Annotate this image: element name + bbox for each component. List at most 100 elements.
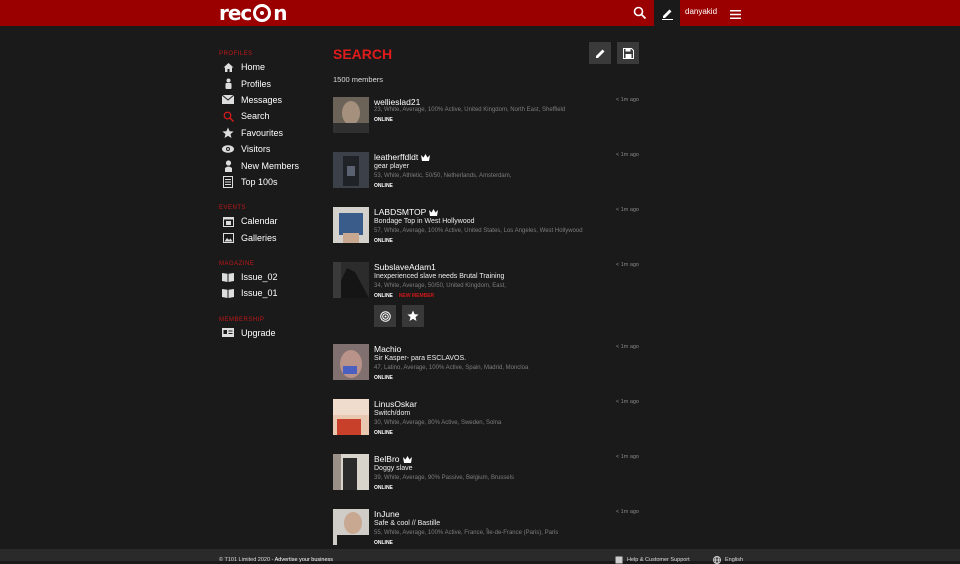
online-status: ONLINE xyxy=(374,375,393,381)
last-seen: < 1m ago xyxy=(615,152,639,158)
favourite-button[interactable] xyxy=(402,305,424,327)
crown-icon xyxy=(429,208,439,216)
sidebar-item-label: Upgrade xyxy=(241,327,276,338)
online-status: ONLINE xyxy=(374,540,393,546)
profiles-icon xyxy=(222,78,234,90)
sidebar-item-label: Favourites xyxy=(241,127,284,138)
save-search-button[interactable] xyxy=(617,42,639,64)
pencil-icon xyxy=(661,9,673,20)
member-photo[interactable] xyxy=(333,454,369,490)
member-photo[interactable] xyxy=(333,152,369,188)
member-row[interactable]: wellieslad21 23, White, Average, 100% Ac… xyxy=(333,97,639,135)
star-icon xyxy=(407,310,419,321)
member-name[interactable]: Machio xyxy=(374,344,401,354)
target-icon xyxy=(379,310,391,322)
home-icon xyxy=(222,61,234,73)
member-row[interactable]: LABDSMTOP Bondage Top in West Hollywood … xyxy=(333,207,639,245)
id-card-icon xyxy=(222,327,234,339)
advertise-link[interactable]: Advertise your business xyxy=(275,557,333,563)
new-member-badge: NEW MEMBER xyxy=(398,293,435,299)
member-name[interactable]: LABDSMTOP xyxy=(374,207,439,217)
gallery-icon xyxy=(222,232,234,244)
sidebar-section-title: EVENTS xyxy=(219,205,247,212)
top-bar: rec n danyakid xyxy=(0,0,960,26)
member-photo[interactable] xyxy=(333,399,369,435)
magazine-icon xyxy=(222,287,234,299)
eye-icon xyxy=(222,143,234,155)
sidebar-item-label: Home xyxy=(241,62,266,73)
wink-button[interactable] xyxy=(374,305,396,327)
member-name[interactable]: leatherffdldt xyxy=(374,152,431,162)
member-details: 34, White, Average, 50/50, United Kingdo… xyxy=(374,283,506,289)
edit-search-button[interactable] xyxy=(589,42,611,64)
sidebar-item-calendar[interactable]: Calendar xyxy=(219,213,329,229)
member-name[interactable]: InJune xyxy=(374,509,400,519)
sidebar-item-top-100s[interactable]: Top 100s xyxy=(219,174,329,190)
member-details: 53, White, Athletic, 50/50, Netherlands,… xyxy=(374,173,512,179)
hamburger-menu-icon[interactable] xyxy=(730,7,741,19)
online-status: ONLINE NEW MEMBER xyxy=(374,293,435,299)
sidebar: PROFILES Home Profiles Messages Search F… xyxy=(219,50,329,341)
sidebar-item-issue-02[interactable]: Issue_02 xyxy=(219,269,329,285)
member-details: 47, Latino, Average, 100% Active, Spain,… xyxy=(374,365,529,371)
sidebar-item-label: Issue_01 xyxy=(241,288,278,299)
help-link[interactable]: Help & Customer Support xyxy=(615,556,690,564)
recon-logo[interactable]: rec n xyxy=(219,3,288,23)
sidebar-item-label: New Members xyxy=(241,160,300,171)
edit-profile-button[interactable] xyxy=(654,0,680,26)
member-row[interactable]: SubslaveAdam1 Inexperienced slave needs … xyxy=(333,262,639,330)
sidebar-item-label: Messages xyxy=(241,94,283,105)
sidebar-item-galleries[interactable]: Galleries xyxy=(219,230,329,246)
language-selector[interactable]: English xyxy=(713,556,743,564)
last-seen: < 1m ago xyxy=(615,97,639,103)
member-photo[interactable] xyxy=(333,262,369,298)
member-photo[interactable] xyxy=(333,97,369,133)
member-tagline: Bondage Top in West Hollywood xyxy=(374,218,475,225)
online-status: ONLINE xyxy=(374,238,393,244)
online-status: ONLINE xyxy=(374,117,393,123)
member-name[interactable]: LinusOskar xyxy=(374,399,417,409)
sidebar-item-favourites[interactable]: Favourites xyxy=(219,125,329,141)
sidebar-item-new-members[interactable]: New Members xyxy=(219,157,329,173)
last-seen: < 1m ago xyxy=(615,262,639,268)
sidebar-item-upgrade[interactable]: Upgrade xyxy=(219,325,329,341)
sidebar-item-issue-01[interactable]: Issue_01 xyxy=(219,285,329,301)
list-icon xyxy=(222,175,234,188)
member-name[interactable]: SubslaveAdam1 xyxy=(374,262,436,272)
new-member-icon xyxy=(222,159,234,172)
member-name[interactable]: BelBro xyxy=(374,454,412,464)
calendar-icon xyxy=(222,215,234,227)
search-icon[interactable] xyxy=(633,6,647,20)
member-row[interactable]: Machio Sir Kasper- para ESCLAVOS. 47, La… xyxy=(333,344,639,382)
sidebar-item-label: Galleries xyxy=(241,232,277,243)
username[interactable]: danyakid xyxy=(685,7,717,16)
star-icon xyxy=(222,127,234,139)
last-seen: < 1m ago xyxy=(615,207,639,213)
member-name[interactable]: wellieslad21 xyxy=(374,97,420,107)
online-status: ONLINE xyxy=(374,485,393,491)
member-row[interactable]: InJune Safe & cool // Bastille 55, White… xyxy=(333,509,639,547)
member-tagline: Safe & cool // Bastille xyxy=(374,520,441,527)
online-status: ONLINE xyxy=(374,430,393,436)
member-count: 1500 members xyxy=(333,75,384,84)
search-icon xyxy=(222,110,234,122)
sidebar-item-label: Issue_02 xyxy=(241,272,278,283)
member-row[interactable]: BelBro Doggy slave 39, White, Average, 9… xyxy=(333,454,639,492)
last-seen: < 1m ago xyxy=(615,454,639,460)
member-row[interactable]: LinusOskar Switch/dom 30, White, Average… xyxy=(333,399,639,437)
member-photo[interactable] xyxy=(333,207,369,243)
sidebar-item-messages[interactable]: Messages xyxy=(219,92,329,108)
member-photo[interactable] xyxy=(333,344,369,380)
book-icon xyxy=(615,556,623,564)
sidebar-item-label: Visitors xyxy=(241,144,271,155)
sidebar-item-visitors[interactable]: Visitors xyxy=(219,141,329,157)
sidebar-item-profiles[interactable]: Profiles xyxy=(219,75,329,91)
member-photo[interactable] xyxy=(333,509,369,545)
copyright: © T101 Limited 2020 - Advertise your bus… xyxy=(219,557,334,563)
footer xyxy=(0,549,960,561)
envelope-icon xyxy=(222,94,234,106)
member-row[interactable]: leatherffdldt gear player 53, White, Ath… xyxy=(333,152,639,190)
sidebar-item-search[interactable]: Search xyxy=(219,108,329,124)
sidebar-item-home[interactable]: Home xyxy=(219,59,329,75)
page-title: SEARCH xyxy=(333,46,393,62)
